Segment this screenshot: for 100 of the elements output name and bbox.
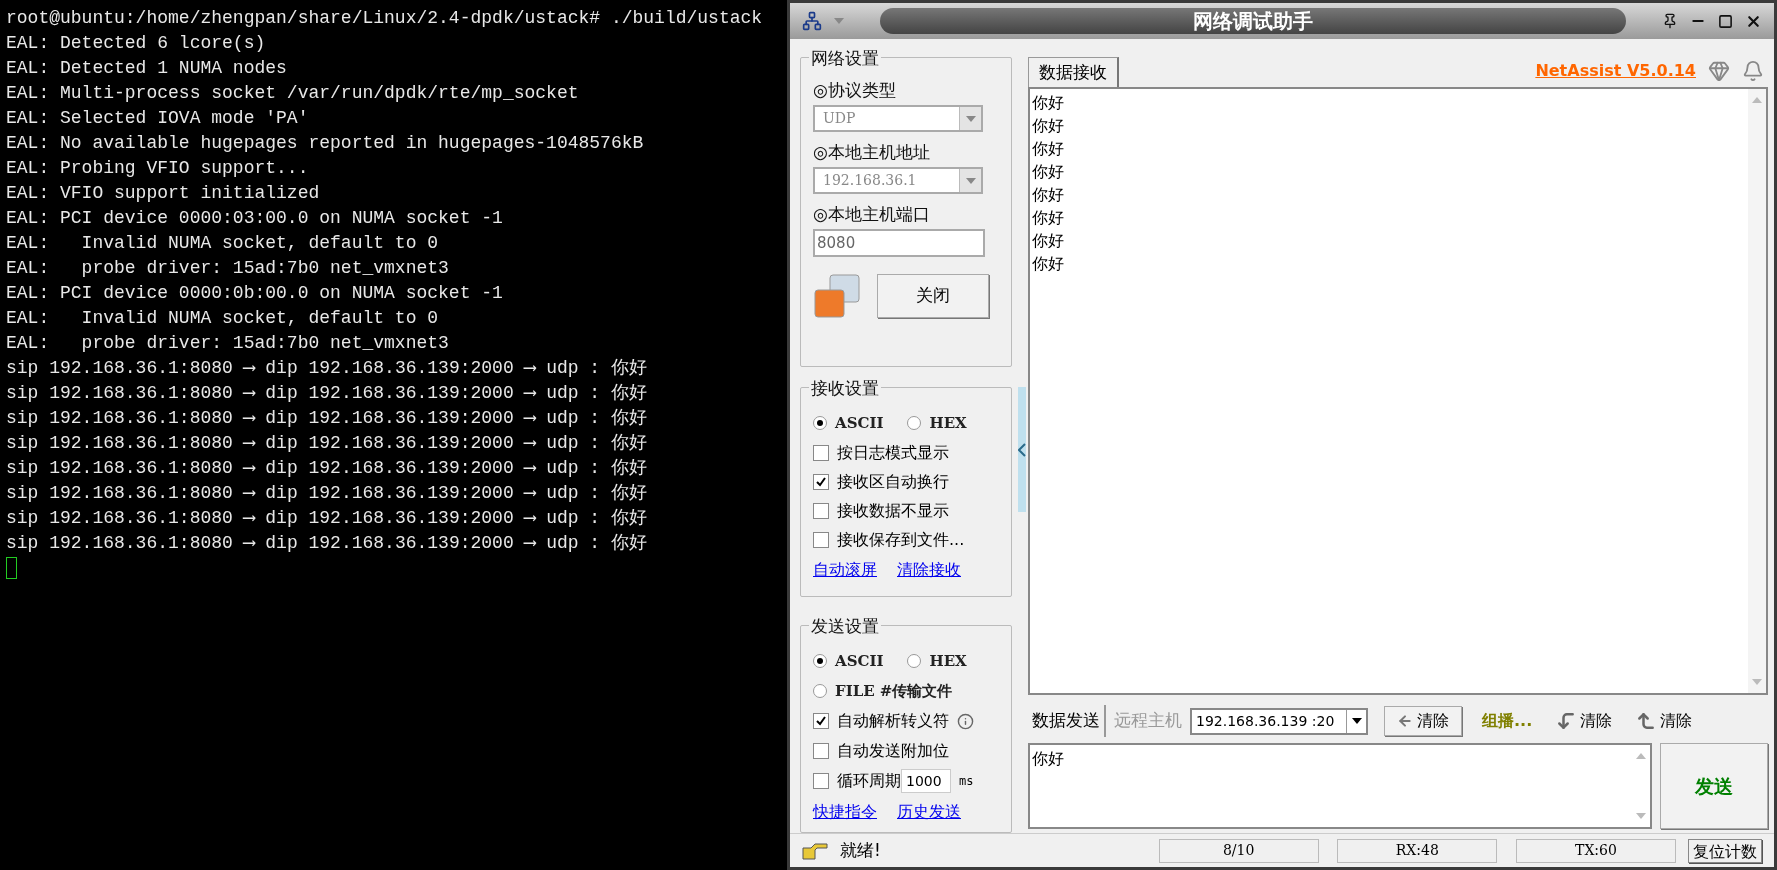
receive-text-area[interactable]: 你好 你好 你好 你好 你好 你好 你好 你好 xyxy=(1028,87,1768,695)
radio-label: HEX xyxy=(929,650,967,672)
period-input[interactable]: 1000 xyxy=(901,769,951,793)
checkbox[interactable] xyxy=(813,473,829,490)
bent-up-arrow-icon xyxy=(1636,711,1657,731)
received-message: 你好 xyxy=(1032,115,1064,137)
send-button[interactable]: 发送 xyxy=(1660,743,1768,829)
link[interactable]: 历史发送 xyxy=(897,800,961,824)
window-title: 网络调试助手 xyxy=(1193,8,1313,35)
terminal-line: sip 192.168.36.1:8080 ⟶ dip 192.168.36.139:2000 ⟶ udp : 你好 xyxy=(6,407,647,430)
status-field: 8/10 xyxy=(1158,838,1319,863)
maximize-icon[interactable] xyxy=(1718,13,1733,29)
send-text-area[interactable]: 你好 xyxy=(1028,743,1652,829)
terminal-line: sip 192.168.36.1:8080 ⟶ dip 192.168.36.139:2000 ⟶ udp : 你好 xyxy=(6,382,647,405)
dropdown-arrow-icon xyxy=(965,177,976,184)
dropdown[interactable]: 192.168.36.1 xyxy=(813,167,983,194)
clear-button[interactable]: 清除 xyxy=(1384,706,1462,736)
send-message: 你好 xyxy=(1032,749,1064,768)
terminal-line: EAL: PCI device 0000:03:00.0 on NUMA socket -1 xyxy=(6,207,503,230)
field-label: ◎本地主机端口 xyxy=(813,203,931,226)
unit-label: ms xyxy=(959,773,974,790)
radio-button[interactable] xyxy=(813,654,827,668)
status-field: TX:60 xyxy=(1515,838,1676,863)
terminal-line: sip 192.168.36.1:8080 ⟶ dip 192.168.36.139:2000 ⟶ udp : 你好 xyxy=(6,457,647,480)
radio-button[interactable] xyxy=(907,654,922,668)
status-field: RX:48 xyxy=(1337,838,1498,863)
collapse-handle[interactable] xyxy=(1018,387,1026,512)
left-arrow-icon xyxy=(1397,713,1413,729)
received-message: 你好 xyxy=(1032,253,1064,275)
checkbox[interactable] xyxy=(813,502,829,519)
reset-counter-button[interactable]: 复位计数 xyxy=(1687,838,1762,863)
tab[interactable]: 数据接收 xyxy=(1028,57,1119,87)
radio-button[interactable] xyxy=(813,684,827,698)
dropdown-arrow-icon[interactable] xyxy=(1351,718,1362,724)
received-message: 你好 xyxy=(1032,138,1064,160)
dropdown[interactable]: UDP xyxy=(813,105,983,132)
terminal-line: EAL: Probing VFIO support... xyxy=(6,157,309,180)
diamond-icon[interactable] xyxy=(1708,60,1730,82)
link[interactable]: 快捷指令 xyxy=(813,800,877,824)
terminal-line: EAL: PCI device 0000:0b:00.0 on NUMA socket -1 xyxy=(6,282,503,305)
network-icon[interactable] xyxy=(802,11,822,31)
radio-label: ASCII xyxy=(835,650,884,672)
dropdown-arrow-icon xyxy=(965,115,976,122)
terminal-line: EAL: Invalid NUMA socket, default to 0 xyxy=(6,232,439,255)
radio-label: ASCII xyxy=(835,412,884,434)
terminal-line: EAL: probe driver: 15ad:7b0 net_vmxnet3 xyxy=(6,257,449,280)
terminal-line: EAL: Multi-process socket /var/run/dpdk/rte/mp_socket xyxy=(6,82,579,105)
bent-down-arrow-icon xyxy=(1556,711,1577,731)
field-label: ◎协议类型 xyxy=(813,79,897,102)
radio-button[interactable] xyxy=(907,416,922,430)
terminal-cursor xyxy=(6,557,17,579)
received-message: 你好 xyxy=(1032,207,1064,229)
input-field[interactable]: 8080 xyxy=(813,229,985,257)
connection-icon xyxy=(813,273,861,319)
terminal-line: EAL: Invalid NUMA socket, default to 0 xyxy=(6,307,439,330)
field-label: ◎本地主机地址 xyxy=(813,141,931,164)
checkbox[interactable] xyxy=(813,773,829,789)
terminal-line: EAL: probe driver: 15ad:7b0 net_vmxnet3 xyxy=(6,332,449,355)
terminal-line: EAL: VFIO support initialized xyxy=(6,182,320,205)
remote-host-label: 远程主机 xyxy=(1114,709,1182,733)
checkbox-label: 接收区自动换行 xyxy=(837,470,949,493)
clear-button[interactable]: 清除 xyxy=(1556,709,1613,733)
checkbox-label: 循环周期 xyxy=(837,770,901,792)
radio-button[interactable] xyxy=(813,416,827,430)
received-message: 你好 xyxy=(1032,230,1064,252)
checkbox[interactable] xyxy=(813,444,829,461)
link[interactable]: 清除接收 xyxy=(897,558,961,582)
terminal-line: EAL: No available hugepages reported in hugepages-1048576kB xyxy=(6,132,644,155)
radio-label: FILE #传输文件 xyxy=(835,680,953,702)
received-message: 你好 xyxy=(1032,161,1064,183)
terminal-line: sip 192.168.36.1:8080 ⟶ dip 192.168.36.139:2000 ⟶ udp : 你好 xyxy=(6,507,647,530)
multicast-button[interactable]: 组播... xyxy=(1482,709,1533,733)
scroll-down-icon[interactable] xyxy=(1636,813,1646,819)
status-message: 就绪! xyxy=(840,838,882,862)
radio-label: HEX xyxy=(929,412,967,434)
received-message: 你好 xyxy=(1032,184,1064,206)
received-message: 你好 xyxy=(1032,92,1064,114)
checkbox-label: 自动发送附加位 xyxy=(837,740,949,762)
remote-host-dropdown[interactable]: 192.168.36.139 :20 xyxy=(1190,707,1368,735)
tab[interactable]: 数据发送 xyxy=(1028,705,1106,737)
checkbox-label: 接收数据不显示 xyxy=(837,499,949,522)
terminal-line: EAL: Detected 6 lcore(s) xyxy=(6,32,266,55)
terminal-line: EAL: Selected IOVA mode 'PA' xyxy=(6,107,309,130)
terminal-line: root@ubuntu:/home/zhengpan/share/Linux/2.4-dpdk/ustack# ./build/ustack xyxy=(6,7,763,30)
terminal-line: EAL: Detected 1 NUMA nodes xyxy=(6,57,287,80)
checkbox-label: 接收保存到文件... xyxy=(837,528,965,551)
terminal-line: sip 192.168.36.1:8080 ⟶ dip 192.168.36.139:2000 ⟶ udp : 你好 xyxy=(6,357,647,380)
bell-icon[interactable] xyxy=(1742,60,1764,82)
scroll-up-icon[interactable] xyxy=(1636,753,1646,759)
checkbox[interactable] xyxy=(813,743,829,759)
checkbox[interactable] xyxy=(813,531,829,548)
checkbox[interactable] xyxy=(813,713,829,729)
terminal-line: sip 192.168.36.1:8080 ⟶ dip 192.168.36.139:2000 ⟶ udp : 你好 xyxy=(6,532,647,555)
terminal-line: sip 192.168.36.1:8080 ⟶ dip 192.168.36.139:2000 ⟶ udp : 你好 xyxy=(6,432,647,455)
terminal-line: sip 192.168.36.1:8080 ⟶ dip 192.168.36.139:2000 ⟶ udp : 你好 xyxy=(6,482,647,505)
close-connection-button[interactable]: 关闭 xyxy=(877,274,989,318)
pin-icon[interactable] xyxy=(1662,13,1678,29)
info-icon[interactable] xyxy=(957,712,974,730)
clear-button[interactable]: 清除 xyxy=(1636,709,1693,733)
link[interactable]: 自动滚屏 xyxy=(813,558,877,582)
